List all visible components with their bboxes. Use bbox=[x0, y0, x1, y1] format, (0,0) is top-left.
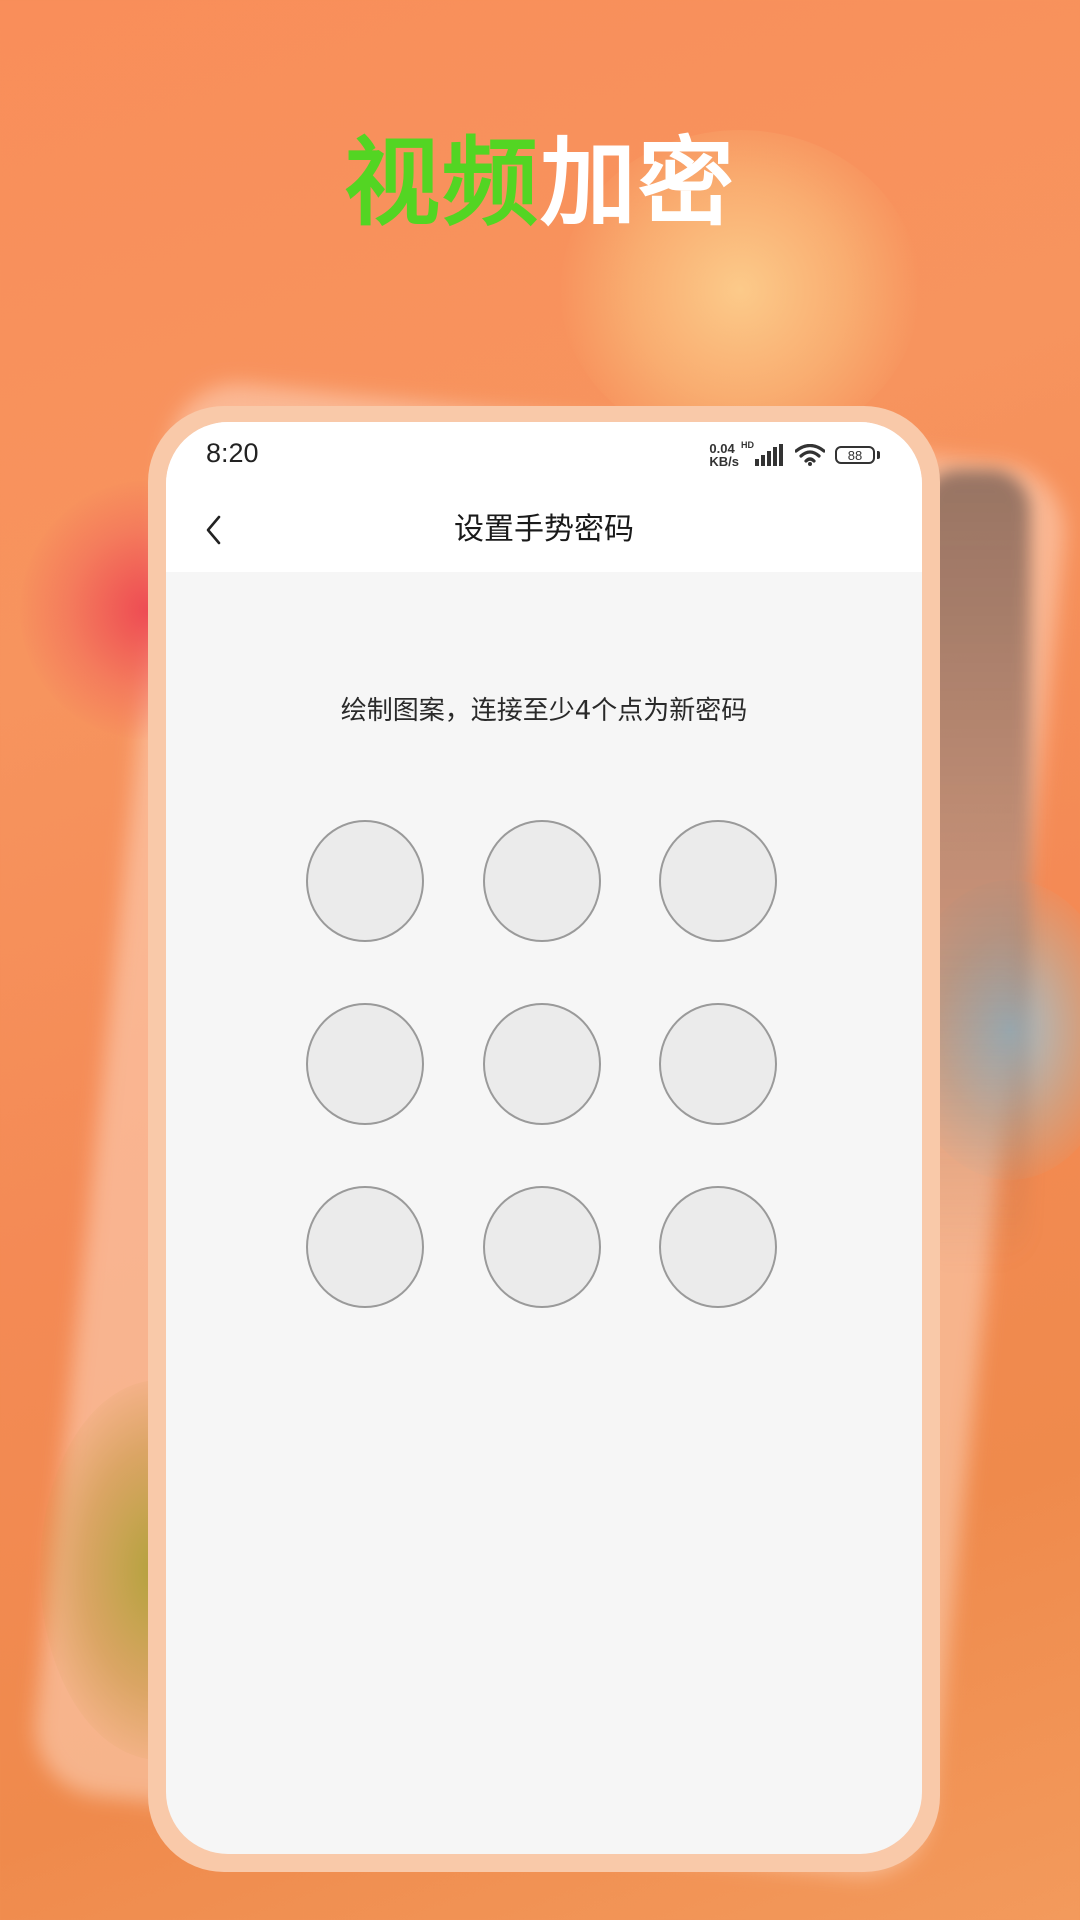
pattern-dot-4[interactable] bbox=[306, 1003, 424, 1125]
headline-white-text: 加密 bbox=[540, 127, 736, 239]
status-time: 8:20 bbox=[206, 438, 259, 468]
chevron-left-icon bbox=[206, 515, 221, 545]
battery-tip bbox=[877, 451, 880, 459]
navigation-bar: 设置手势密码 bbox=[166, 488, 922, 572]
hd-label: HD bbox=[741, 440, 754, 450]
pattern-dot-3[interactable] bbox=[659, 820, 777, 942]
network-speed-unit: KB/s bbox=[709, 454, 739, 469]
gesture-pattern-grid[interactable] bbox=[306, 820, 786, 1310]
status-icons: 0.04 KB/s HD 88 bbox=[709, 440, 880, 470]
page-title: 设置手势密码 bbox=[454, 512, 634, 547]
status-bar: 8:20 0.04 KB/s HD 88 bbox=[166, 422, 922, 488]
pattern-dot-7[interactable] bbox=[306, 1186, 424, 1308]
phone-screen: 8:20 0.04 KB/s HD 88 设置手势密码 绘制图案，连接至少4个点… bbox=[166, 422, 922, 1854]
back-button[interactable] bbox=[188, 504, 240, 556]
network-speed: 0.04 KB/s bbox=[709, 442, 739, 468]
wifi-icon bbox=[795, 444, 825, 466]
gesture-instruction: 绘制图案，连接至少4个点为新密码 bbox=[340, 696, 748, 726]
battery-icon: 88 bbox=[835, 446, 875, 464]
pattern-dot-8[interactable] bbox=[483, 1186, 601, 1308]
pattern-dot-6[interactable] bbox=[659, 1003, 777, 1125]
promo-headline: 视频加密 bbox=[0, 128, 1080, 238]
pattern-dot-1[interactable] bbox=[306, 820, 424, 942]
pattern-dot-2[interactable] bbox=[483, 820, 601, 942]
pattern-dot-9[interactable] bbox=[659, 1186, 777, 1308]
battery-level: 88 bbox=[847, 447, 863, 463]
headline-green-text: 视频 bbox=[344, 127, 540, 239]
signal-icon bbox=[755, 444, 783, 466]
pattern-dot-5[interactable] bbox=[483, 1003, 601, 1125]
